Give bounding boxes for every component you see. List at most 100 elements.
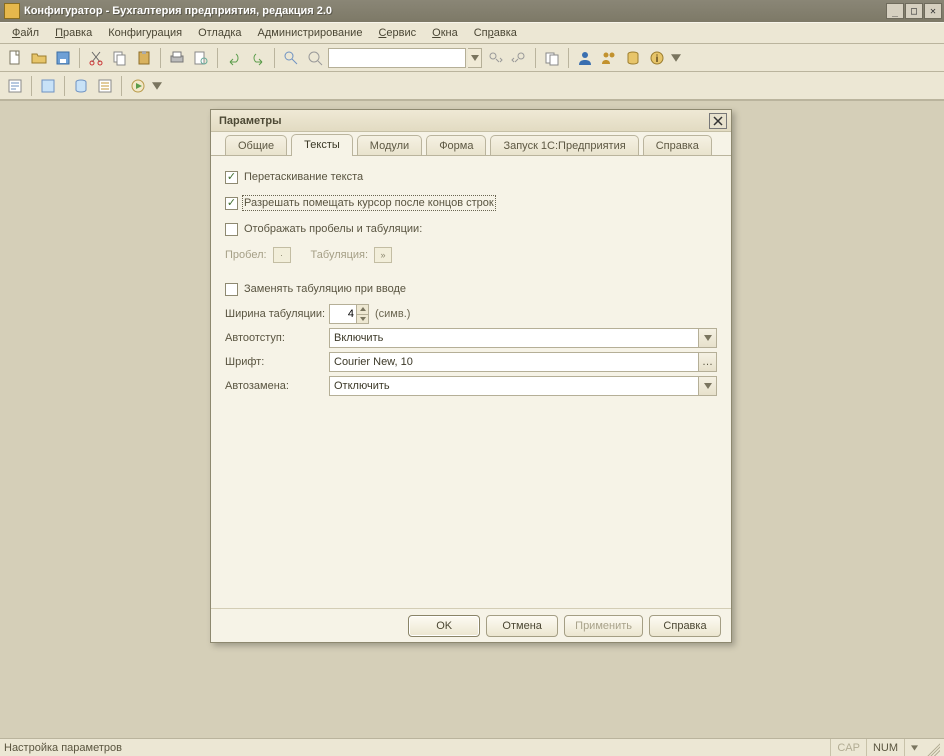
search-dropdown[interactable] [468,48,482,68]
menu-edit[interactable]: Правка [47,25,100,41]
ellipsis-button[interactable]: … [698,353,716,371]
print-preview-icon[interactable] [190,47,212,69]
minimize-button[interactable]: _ [886,3,904,19]
autoindent-select[interactable]: Включить [329,328,717,348]
checkbox-replace-tabs[interactable]: Заменять табуляцию при вводе [225,283,406,296]
workspace: Параметры Общие Тексты Модули Форма Запу… [0,100,944,738]
tab-modules[interactable]: Модули [357,135,422,155]
ok-button[interactable]: OK [408,615,480,637]
resize-grip-icon[interactable] [924,740,940,756]
tab-general[interactable]: Общие [225,135,287,155]
print-icon[interactable] [166,47,188,69]
checkmark-icon [225,197,238,210]
dialog-close-button[interactable] [709,113,727,129]
open-icon[interactable] [28,47,50,69]
copy-icon[interactable] [109,47,131,69]
checkmark-icon [225,171,238,184]
tab-char-box[interactable]: » [374,247,392,263]
menu-config[interactable]: Конфигурация [100,25,190,41]
find-next-icon[interactable] [484,47,506,69]
cancel-button[interactable]: Отмена [486,615,558,637]
separator [121,76,122,96]
find-icon[interactable] [280,47,302,69]
tab-width-label: Ширина табуляции: [225,308,329,320]
find-prev-icon[interactable] [508,47,530,69]
status-lang-dropdown[interactable] [904,739,924,756]
menu-debug[interactable]: Отладка [190,25,249,41]
checkbox-cursor-eol[interactable]: Разрешать помещать курсор после концов с… [225,197,494,210]
tab-char-label: Табуляция: [311,249,369,261]
tab-strip: Общие Тексты Модули Форма Запуск 1С:Пред… [211,132,731,156]
toolbar-overflow-icon[interactable] [670,47,682,69]
paste-icon[interactable] [133,47,155,69]
autoindent-label: Автоотступ: [225,332,329,344]
checkbox-icon [225,283,238,296]
tab-width-input[interactable] [330,305,356,323]
separator [79,48,80,68]
menu-windows[interactable]: Окна [424,25,466,41]
list-icon[interactable] [94,75,116,97]
autoreplace-value: Отключить [330,380,698,392]
separator [535,48,536,68]
clipboard-history-icon[interactable] [541,47,563,69]
close-button[interactable]: ✕ [924,3,942,19]
cut-icon[interactable] [85,47,107,69]
separator [568,48,569,68]
space-char-label: Пробел: [225,249,267,261]
separator [160,48,161,68]
tab-launch[interactable]: Запуск 1С:Предприятия [490,135,638,155]
dialog-title-bar[interactable]: Параметры [211,110,731,132]
font-field[interactable]: Courier New, 10 … [329,352,717,372]
spin-up-icon[interactable] [356,305,368,315]
space-char-box[interactable]: · [273,247,291,263]
chevron-down-icon[interactable] [698,329,716,347]
help-button[interactable]: Справка [649,615,721,637]
user-icon[interactable] [574,47,596,69]
tab-form[interactable]: Форма [426,135,486,155]
users-icon[interactable] [598,47,620,69]
info-icon[interactable]: i [646,47,668,69]
chevron-down-icon[interactable] [698,377,716,395]
search-input[interactable] [328,48,466,68]
save-icon[interactable] [52,47,74,69]
status-num: NUM [866,739,904,756]
checkbox-drag-text[interactable]: Перетаскивание текста [225,171,363,184]
undo-icon[interactable] [223,47,245,69]
run-dropdown-icon[interactable] [151,75,163,97]
autoindent-value: Включить [330,332,698,344]
maximize-button[interactable]: □ [905,3,923,19]
spin-down-icon[interactable] [356,315,368,324]
checkbox-show-whitespace[interactable]: Отображать пробелы и табуляции: [225,223,422,236]
separator [31,76,32,96]
checkbox-label: Отображать пробелы и табуляции: [244,223,422,235]
title-bar: Конфигуратор - Бухгалтерия предприятия, … [0,0,944,22]
tab-body: Перетаскивание текста Разрешать помещать… [211,156,731,608]
tab-help[interactable]: Справка [643,135,712,155]
zoom-icon[interactable] [304,47,326,69]
db-icon[interactable] [622,47,644,69]
options-dialog: Параметры Общие Тексты Модули Форма Запу… [210,109,732,643]
run-icon[interactable] [127,75,149,97]
status-text: Настройка параметров [4,742,830,754]
new-doc-icon[interactable] [4,47,26,69]
module-icon[interactable] [4,75,26,97]
font-label: Шрифт: [225,356,329,368]
status-bar: Настройка параметров CAP NUM [0,738,944,756]
separator [274,48,275,68]
checkbox-label: Заменять табуляцию при вводе [244,283,406,295]
menu-service[interactable]: Сервис [370,25,424,41]
dialog-button-row: OK Отмена Применить Справка [211,608,731,642]
menu-help[interactable]: Справка [466,25,525,41]
toolbar-main: i [0,44,944,72]
config-icon[interactable] [37,75,59,97]
dialog-title: Параметры [219,115,281,127]
db-store-icon[interactable] [70,75,92,97]
redo-icon[interactable] [247,47,269,69]
menu-admin[interactable]: Администрирование [250,25,371,41]
menu-file[interactable]: Файл [4,25,47,41]
autoreplace-select[interactable]: Отключить [329,376,717,396]
window-title: Конфигуратор - Бухгалтерия предприятия, … [24,5,885,17]
tab-width-stepper[interactable] [329,304,369,324]
tab-width-unit: (симв.) [375,308,410,320]
tab-texts[interactable]: Тексты [291,134,353,155]
